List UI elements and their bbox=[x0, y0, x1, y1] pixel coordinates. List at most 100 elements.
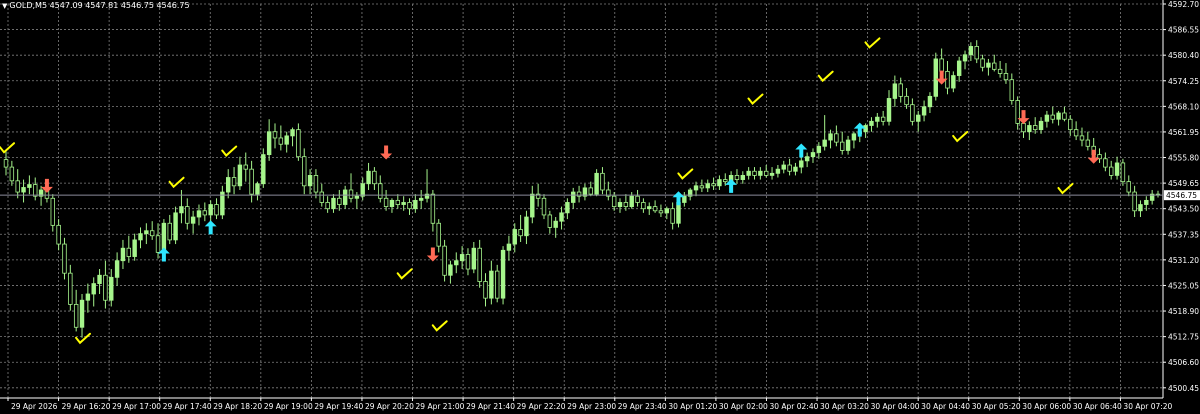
candle-body bbox=[266, 131, 272, 156]
candle-body bbox=[313, 175, 319, 193]
candle-body bbox=[138, 233, 143, 241]
candle-body bbox=[477, 247, 482, 282]
candle-body bbox=[962, 54, 968, 62]
symbol-ohlc-text: GOLD,M5 4547.09 4547.81 4546.75 4546.75 bbox=[9, 1, 190, 10]
triangle-down-icon[interactable]: ▼ bbox=[2, 1, 7, 11]
candle-body bbox=[465, 254, 471, 270]
candle-body bbox=[986, 62, 991, 68]
candle-body bbox=[255, 183, 260, 195]
candle-body bbox=[565, 202, 570, 214]
candle-body bbox=[851, 133, 857, 141]
candle-body bbox=[711, 183, 716, 187]
candle-body bbox=[927, 95, 933, 108]
candle-body bbox=[372, 170, 377, 185]
y-tick-label: 4580.40 bbox=[1168, 51, 1199, 60]
x-tick-label: 30 Apr 02:40 bbox=[769, 402, 818, 411]
candle-body bbox=[1109, 166, 1114, 176]
candle-body bbox=[149, 230, 155, 237]
candle-body bbox=[50, 197, 55, 226]
candle-body bbox=[547, 214, 553, 228]
candle-body bbox=[15, 180, 20, 193]
candle-body bbox=[307, 175, 313, 187]
candle-body bbox=[471, 247, 477, 270]
candle-body bbox=[489, 270, 494, 299]
candle-body bbox=[758, 170, 763, 176]
candle-body bbox=[1103, 158, 1108, 168]
x-tick-label: 29 Apr 2026 bbox=[11, 402, 58, 411]
candle-body bbox=[500, 249, 506, 299]
candle-body bbox=[530, 193, 535, 218]
candle-body bbox=[144, 230, 149, 235]
candle-body bbox=[430, 193, 436, 224]
chart-canvas[interactable]: 4592.70 4586.55 4580.40 4574.25 4568.10 4561.… bbox=[0, 0, 1200, 414]
candle-body bbox=[664, 208, 670, 214]
x-tick-label: 29 Apr 16:20 bbox=[62, 402, 111, 411]
candle-body bbox=[126, 247, 132, 257]
candle-body bbox=[378, 183, 383, 199]
x-tick-label: 29 Apr 19:00 bbox=[264, 402, 313, 411]
candle-body bbox=[763, 170, 769, 176]
candle-body bbox=[1044, 114, 1050, 122]
candle-body bbox=[705, 183, 710, 189]
candle-body bbox=[810, 152, 816, 158]
candle-body bbox=[185, 206, 190, 224]
candle-body bbox=[1021, 123, 1026, 133]
candle-body bbox=[1050, 114, 1055, 120]
candle-body bbox=[629, 195, 634, 208]
candle-body bbox=[793, 166, 798, 172]
candle-body bbox=[781, 164, 786, 170]
candle-body bbox=[600, 172, 605, 191]
candle-body bbox=[21, 187, 26, 193]
candle-body bbox=[401, 202, 406, 205]
x-tick-label: 30 Apr 04:00 bbox=[871, 402, 920, 411]
candle-body bbox=[886, 98, 892, 122]
candle-body bbox=[348, 189, 354, 199]
candle-body bbox=[68, 272, 73, 305]
candle-body bbox=[190, 216, 196, 224]
candle-body bbox=[360, 183, 365, 197]
candle-body bbox=[132, 239, 137, 257]
candle-body bbox=[594, 172, 599, 195]
candle-body bbox=[787, 164, 792, 172]
candle-body bbox=[992, 62, 997, 70]
candle-body bbox=[97, 274, 102, 284]
candle-body bbox=[647, 206, 652, 210]
price-chart[interactable]: 4592.70 4586.55 4580.40 4574.25 4568.10 4561.… bbox=[0, 0, 1200, 414]
candle-body bbox=[746, 170, 751, 176]
candle-body bbox=[237, 164, 243, 187]
candle-body bbox=[395, 199, 401, 205]
candle-body bbox=[354, 195, 360, 199]
candle-body bbox=[1073, 129, 1079, 137]
candle-body bbox=[921, 106, 927, 116]
candle-body bbox=[933, 58, 938, 97]
candle-body bbox=[997, 68, 1003, 74]
candle-body bbox=[541, 197, 547, 216]
y-tick-label: 4574.25 bbox=[1168, 77, 1199, 86]
candle-body bbox=[114, 260, 120, 278]
candle-body bbox=[231, 177, 237, 187]
candle-body bbox=[442, 245, 447, 276]
candle-body bbox=[1079, 135, 1085, 141]
candle-body bbox=[319, 191, 324, 203]
candle-body bbox=[635, 195, 640, 203]
candle-body bbox=[652, 206, 658, 212]
candle-body bbox=[845, 139, 851, 151]
candle-body bbox=[1027, 125, 1032, 133]
candle-body bbox=[331, 197, 336, 210]
candle-body bbox=[904, 95, 909, 106]
candle-body bbox=[559, 212, 564, 222]
candle-body bbox=[407, 202, 412, 210]
candle-body bbox=[717, 179, 722, 187]
candle-body bbox=[226, 177, 231, 193]
candle-body bbox=[980, 58, 985, 68]
candle-body bbox=[553, 220, 558, 228]
y-tick-label: 4549.65 bbox=[1168, 179, 1199, 188]
candle-body bbox=[658, 210, 664, 214]
candle-body bbox=[611, 195, 617, 208]
x-tick-label: 29 Apr 21:40 bbox=[466, 402, 515, 411]
candle-body bbox=[916, 114, 921, 122]
candle-body bbox=[389, 199, 395, 208]
candle-body bbox=[103, 274, 108, 301]
candle-body bbox=[56, 224, 61, 245]
bid-price-label: 4546.75 bbox=[1166, 191, 1197, 200]
